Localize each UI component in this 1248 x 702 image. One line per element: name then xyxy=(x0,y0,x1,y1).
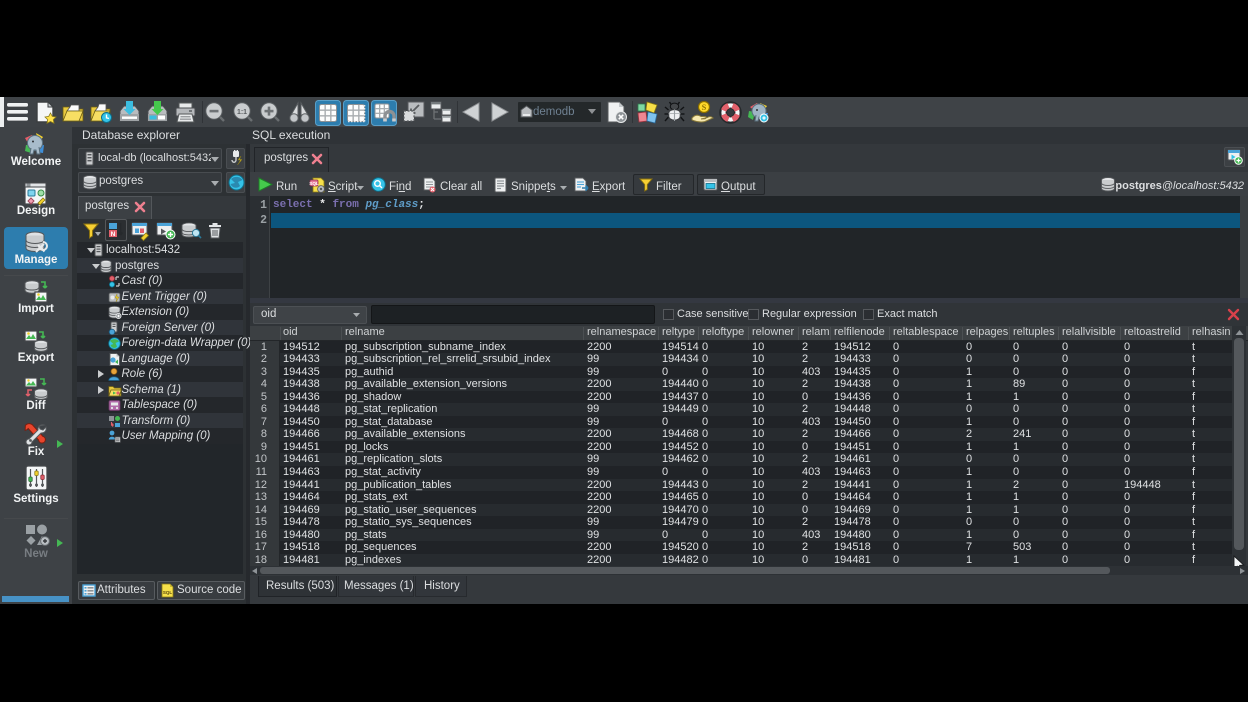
svg-text:SQL: SQL xyxy=(163,590,173,595)
svg-text:N: N xyxy=(111,231,116,238)
svg-text:1:1: 1:1 xyxy=(237,109,247,116)
svg-text:S: S xyxy=(702,103,707,112)
svg-text:SQL: SQL xyxy=(309,181,319,186)
